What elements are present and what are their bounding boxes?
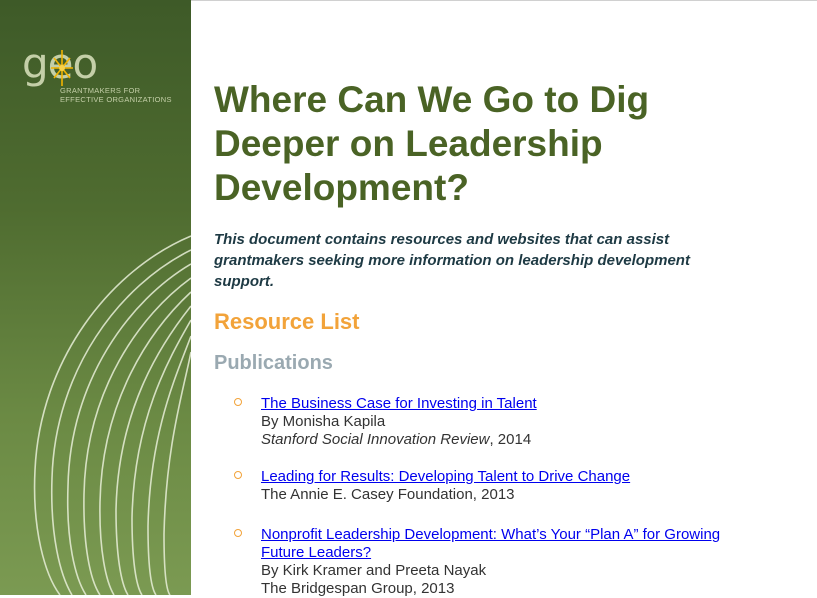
publication-link[interactable]: Nonprofit Leadership Development: What’s… (261, 526, 761, 562)
intro-paragraph: This document contains resources and web… (214, 231, 690, 290)
bullet-icon (234, 398, 242, 406)
decorative-sidebar: geo GRANTMAKERS FOR EFFECTIVE ORGANIZATI… (0, 0, 191, 595)
publication-author: By Kirk Kramer and Preeta Nayak (261, 562, 487, 579)
publication-source: Stanford Social Innovation Review, 2014 (261, 431, 771, 449)
subsection-heading-publications: Publications (214, 352, 333, 374)
publication-source: The Bridgespan Group, 2013 (261, 580, 455, 597)
star-icon (51, 50, 73, 86)
bullet-icon (234, 529, 242, 537)
section-heading-resource-list: Resource List (214, 309, 360, 334)
publication-author: By Monisha Kapila (261, 413, 386, 430)
publication-link[interactable]: The Business Case for Investing in Talen… (261, 395, 771, 413)
publication-year: , 2014 (489, 431, 532, 448)
publication-link[interactable]: Leading for Results: Developing Talent t… (261, 468, 771, 486)
logo-tagline: GRANTMAKERS FOR EFFECTIVE ORGANIZATIONS (60, 86, 172, 104)
page-title: Where Can We Go to Dig Deeper on Leaders… (214, 79, 650, 208)
publication-source: The Annie E. Casey Foundation, 2013 (261, 486, 515, 503)
geo-logo: geo GRANTMAKERS FOR EFFECTIVE ORGANIZATI… (22, 43, 191, 114)
publication-journal: Stanford Social Innovation Review (261, 431, 490, 448)
page-top-border (191, 0, 817, 1)
bullet-icon (234, 471, 242, 479)
